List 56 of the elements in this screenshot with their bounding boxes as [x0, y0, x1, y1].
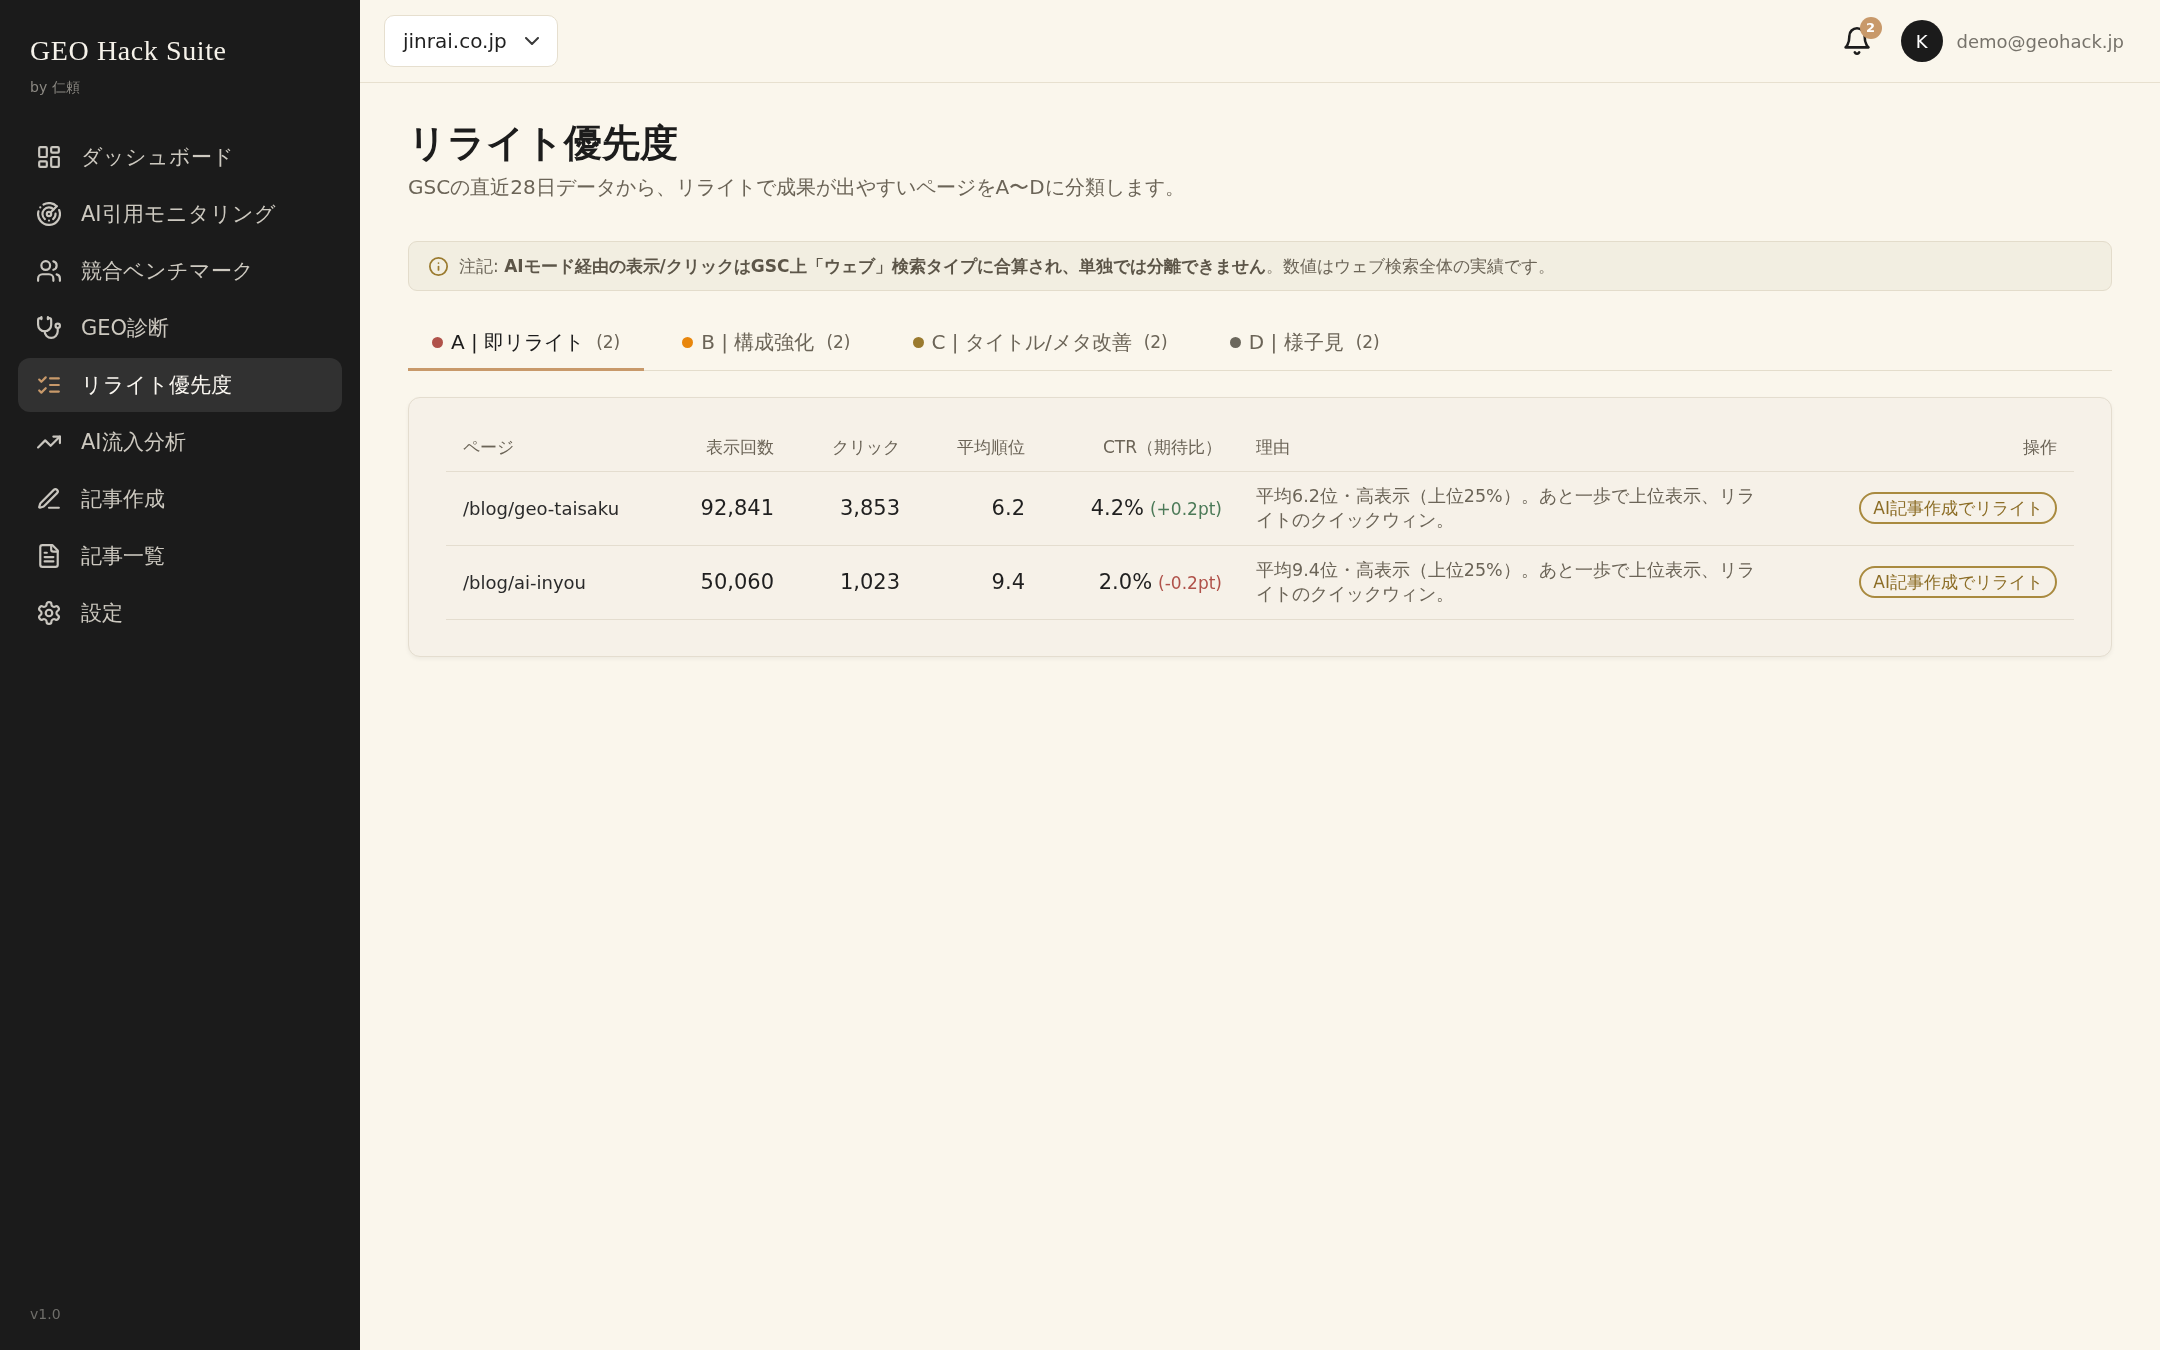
column-header: 理由 [1239, 423, 1789, 471]
table-cell: 6.2 [917, 471, 1042, 545]
tab[interactable]: C | タイトル/メタ改善 (2) [888, 313, 1192, 371]
ctr-delta: (-0.2pt) [1158, 573, 1222, 593]
column-header: 表示回数 [676, 423, 791, 471]
table-cell: /blog/geo-taisaku [446, 471, 676, 545]
nav-item[interactable]: AI流入分析 [18, 415, 342, 469]
column-header: ページ [446, 423, 676, 471]
table-cell-text: 平均9.4位・高表示（上位25%）。あと一歩で上位表示、リライトのクイックウィン。 [1256, 559, 1756, 606]
nav-item[interactable]: 記事作成 [18, 472, 342, 526]
column-header: 操作 [1789, 423, 2074, 471]
notification-badge: 2 [1859, 17, 1882, 39]
table-cell: 9.4 [917, 545, 1042, 619]
table-cell: /blog/ai-inyou [446, 545, 676, 619]
nav-item[interactable]: リライト優先度 [18, 358, 342, 412]
chevron-down-icon [524, 37, 539, 45]
nav-item[interactable]: GEO診断 [18, 301, 342, 355]
app-byline: by 仁頼 [30, 79, 80, 96]
settings-icon [37, 601, 61, 625]
notice-text: 注記: AIモード経由の表示/クリックはGSC上「ウェブ」検索タイプに合算され、単独では分離できません。数値はウェブ検索全体の実績です。 [459, 254, 1555, 278]
nav-item[interactable]: ダッシュボード [18, 130, 342, 184]
column-header: クリック [791, 423, 917, 471]
app-title: GEO Hack Suite [30, 34, 227, 68]
tab[interactable]: B | 構成強化 (2) [658, 313, 875, 371]
nav-item[interactable]: 記事一覧 [18, 529, 342, 583]
info-icon [429, 256, 448, 276]
radar-icon [37, 202, 61, 226]
nav-item[interactable]: AI引用モニタリング [18, 187, 342, 241]
table-cell: 50,060 [676, 545, 791, 619]
tab[interactable]: D | 様子見 (2) [1205, 313, 1404, 371]
rewrite-button[interactable]: AI記事作成でリライト [1859, 492, 2057, 524]
nav-item[interactable]: 競合ベンチマーク [18, 244, 342, 298]
stethoscope-icon [37, 316, 61, 340]
site-select[interactable]: jinrai.co.jp [384, 15, 558, 67]
table-cell: 92,841 [676, 471, 791, 545]
table-cell: 1,023 [791, 545, 917, 619]
ctr-value: 4.2% [1090, 496, 1144, 520]
ctr-delta: (+0.2pt) [1150, 499, 1222, 519]
page-title: リライト優先度 [408, 120, 678, 167]
users-icon [37, 259, 61, 283]
page-subtitle: GSCの直近28日データから、リライトで成果が出やすいページをA〜Dに分類します。 [408, 174, 1185, 201]
document-icon [37, 544, 61, 568]
rewrite-button[interactable]: AI記事作成でリライト [1859, 566, 2057, 598]
pen-icon [37, 487, 61, 511]
grid-icon [37, 145, 61, 169]
column-header: 平均順位 [917, 423, 1042, 471]
table-cell: 3,853 [791, 471, 917, 545]
checklist-icon [37, 373, 61, 397]
version-label: v1.0 [30, 1306, 61, 1322]
table-cell-text: 平均6.2位・高表示（上位25%）。あと一歩で上位表示、リライトのクイックウィン。 [1256, 485, 1756, 532]
user-email: demo@geohack.jp [1956, 30, 2124, 52]
avatar[interactable]: K [1900, 20, 1943, 62]
tab[interactable]: A | 即リライト (2) [408, 313, 645, 371]
column-header: CTR（期待比） [1042, 423, 1239, 471]
ctr-value: 2.0% [1098, 570, 1153, 594]
nav-item[interactable]: 設定 [18, 586, 342, 640]
